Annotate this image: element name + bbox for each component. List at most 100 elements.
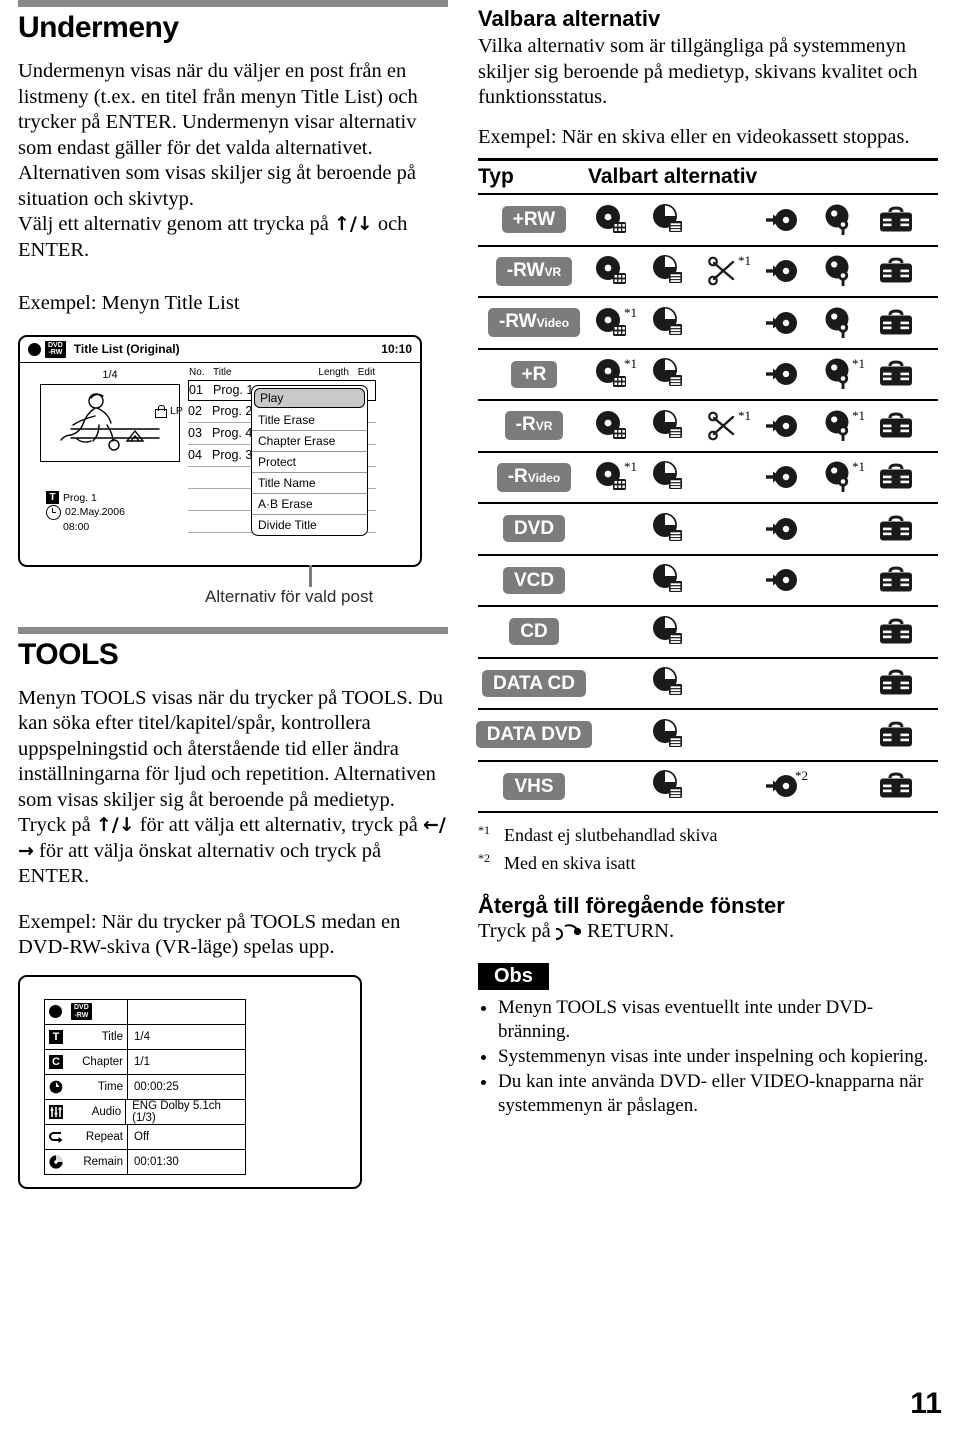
title-list-icon bbox=[595, 204, 626, 233]
tools-label-text: Chapter bbox=[82, 1055, 123, 1068]
title-date-value: 02.May.2006 bbox=[65, 506, 125, 518]
compat-cell-empty bbox=[696, 351, 753, 397]
tools-row-label-title: T Title bbox=[45, 1024, 128, 1049]
tools-value-chapter: 1/1 bbox=[134, 1055, 150, 1068]
submenu-item-title-erase[interactable]: Title Erase bbox=[252, 410, 367, 431]
time-search-icon bbox=[652, 306, 682, 335]
compat-cell-input-select-icon bbox=[753, 300, 810, 346]
compat-cell-empty bbox=[696, 506, 753, 552]
footnote-marker: *1 bbox=[624, 459, 637, 475]
compat-cell-toolbox-icon bbox=[867, 506, 924, 552]
tools-menu-row-title[interactable]: T Title 1/4 bbox=[45, 1024, 245, 1050]
tools-label-text: Audio bbox=[91, 1105, 122, 1118]
obs-badge: Obs bbox=[478, 962, 549, 990]
tools-menu-row-audio[interactable]: Audio ENG Dolby 5.1ch (1/3) bbox=[45, 1099, 245, 1125]
media-type-label: +RW bbox=[501, 206, 567, 234]
example-label-titlelist: Exempel: Menyn Title List bbox=[18, 292, 240, 314]
toolbox-icon bbox=[879, 721, 912, 747]
compat-cell-title-list-icon bbox=[582, 403, 639, 449]
media-type-badge: VHS bbox=[486, 772, 582, 800]
media-type-label: CD bbox=[509, 618, 559, 646]
time-search-icon bbox=[652, 358, 682, 387]
note-item: Systemmenyn visas inte under inspelning … bbox=[498, 1045, 938, 1069]
compat-cell-empty bbox=[696, 454, 753, 500]
tools-menu-row-time[interactable]: Time 00:00:25 bbox=[45, 1074, 245, 1100]
titlelist-screen-body: 1/4 T Prog. 1 02.May.2006 08:00 LP No. T… bbox=[20, 363, 420, 562]
compat-table-row: +R *1 *1 bbox=[478, 350, 938, 401]
compat-cell-empty bbox=[696, 557, 753, 603]
tools-row-label-repeat: Repeat bbox=[45, 1124, 128, 1149]
tools-p2-post: för att välja önskat alternativ och tryc… bbox=[18, 839, 382, 888]
titlelist-screen-mock: DVD -RW Title List (Original) 10:10 1/4 bbox=[18, 334, 422, 606]
tools-example-label: Exempel: När du trycker på TOOLS medan e… bbox=[18, 910, 401, 959]
submenu-item-play[interactable]: Play bbox=[254, 387, 365, 408]
setup-icon bbox=[825, 204, 848, 235]
compat-cell-empty bbox=[582, 712, 639, 758]
tools-heading: TOOLS bbox=[18, 637, 119, 671]
compat-table-row: -RWVR *1 bbox=[478, 247, 938, 298]
compat-table-row: VHS *2 bbox=[478, 762, 938, 813]
compat-cell-empty bbox=[582, 557, 639, 603]
input-select-icon bbox=[765, 260, 797, 283]
compat-cell-setup-icon: *1 bbox=[810, 454, 867, 500]
media-type-badge: DVD bbox=[486, 515, 582, 543]
compat-cell-time-search-icon bbox=[639, 763, 696, 809]
time-icon bbox=[49, 1080, 63, 1093]
left-column: Undermeny Undermenyn visas när du väljer… bbox=[18, 0, 448, 1189]
compat-cell-time-search-icon bbox=[639, 660, 696, 706]
compat-cell-input-select-icon: *2 bbox=[753, 763, 810, 809]
scissors-icon bbox=[707, 256, 734, 286]
repeat-icon bbox=[49, 1131, 63, 1143]
toolbox-icon bbox=[879, 772, 912, 798]
compat-cell-empty bbox=[696, 300, 753, 346]
footnote-marker: *1 bbox=[852, 459, 865, 475]
compat-cell-toolbox-icon bbox=[867, 763, 924, 809]
toolbox-icon bbox=[879, 566, 912, 592]
tools-row-label-time: Time bbox=[45, 1074, 128, 1099]
dvd-rw-badge-line2: -RW bbox=[74, 1011, 89, 1019]
footnote-marker: *1 bbox=[738, 407, 751, 423]
setup-icon bbox=[825, 358, 848, 390]
compat-icon-cells: *2 bbox=[582, 763, 938, 809]
submenu-item-title-name[interactable]: Title Name bbox=[252, 473, 367, 494]
return-heading: Återgå till föregående fönster bbox=[478, 893, 785, 918]
compat-cell-toolbox-icon bbox=[867, 300, 924, 346]
tools-menu-row-repeat[interactable]: Repeat Off bbox=[45, 1124, 245, 1150]
compat-icon-cells: *1 bbox=[582, 248, 938, 294]
title-list-icon bbox=[595, 256, 626, 285]
toolbox-icon bbox=[879, 257, 912, 283]
compat-table-row: VCD bbox=[478, 556, 938, 607]
submenu-item-ab-erase[interactable]: A·B Erase bbox=[252, 494, 367, 515]
media-type-badge: -RVideo bbox=[486, 462, 582, 492]
compat-icon-cells bbox=[582, 609, 938, 655]
undermeny-paragraph-2: Välj ett alternativ genom att trycka på … bbox=[18, 212, 448, 263]
rec-mode-value: LP bbox=[170, 404, 183, 417]
compat-cell-title-list-icon: *1 bbox=[582, 351, 639, 397]
time-search-icon bbox=[652, 512, 682, 541]
compat-cell-title-list-icon bbox=[582, 248, 639, 294]
tools-value-time: 00:00:25 bbox=[134, 1080, 179, 1093]
titlelist-table-header: No. Title Length Edit bbox=[188, 367, 376, 380]
compat-table-row: DVD bbox=[478, 504, 938, 556]
up-down-arrow-icon: ↑/↓ bbox=[333, 213, 373, 235]
row-no: 01 bbox=[189, 383, 203, 397]
tools-menu-row-chapter[interactable]: C Chapter 1/1 bbox=[45, 1049, 245, 1075]
tools-label-text: Title bbox=[101, 1030, 123, 1043]
submenu-item-protect[interactable]: Protect bbox=[252, 452, 367, 473]
undermeny-paragraph-1-text: Undermenyn visas när du väljer en post f… bbox=[18, 60, 418, 210]
tools-menu-table: DVD -RW T Title 1/4 C Chapter 1/1 Time 0… bbox=[44, 998, 246, 1175]
submenu-item-divide-title[interactable]: Divide Title bbox=[252, 515, 367, 535]
notes-list: Menyn TOOLS visas eventuellt inte under … bbox=[478, 996, 938, 1118]
compat-cell-toolbox-icon bbox=[867, 403, 924, 449]
chapter-icon: C bbox=[49, 1054, 63, 1069]
media-type-sublabel: VR bbox=[535, 419, 553, 434]
media-type-badge: DATA DVD bbox=[475, 721, 593, 749]
compat-cell-empty bbox=[810, 660, 867, 706]
return-icon bbox=[550, 924, 581, 940]
tools-menu-row-remain[interactable]: Remain 00:01:30 bbox=[45, 1149, 245, 1175]
dvd-rw-badge-line2: -RW bbox=[48, 349, 63, 356]
callout-caption: Alternativ för vald post bbox=[205, 586, 374, 606]
footnote-2: *2 Med en skiva isatt bbox=[478, 847, 938, 875]
media-type-label: DATA DVD bbox=[475, 721, 593, 749]
submenu-item-chapter-erase[interactable]: Chapter Erase bbox=[252, 431, 367, 452]
